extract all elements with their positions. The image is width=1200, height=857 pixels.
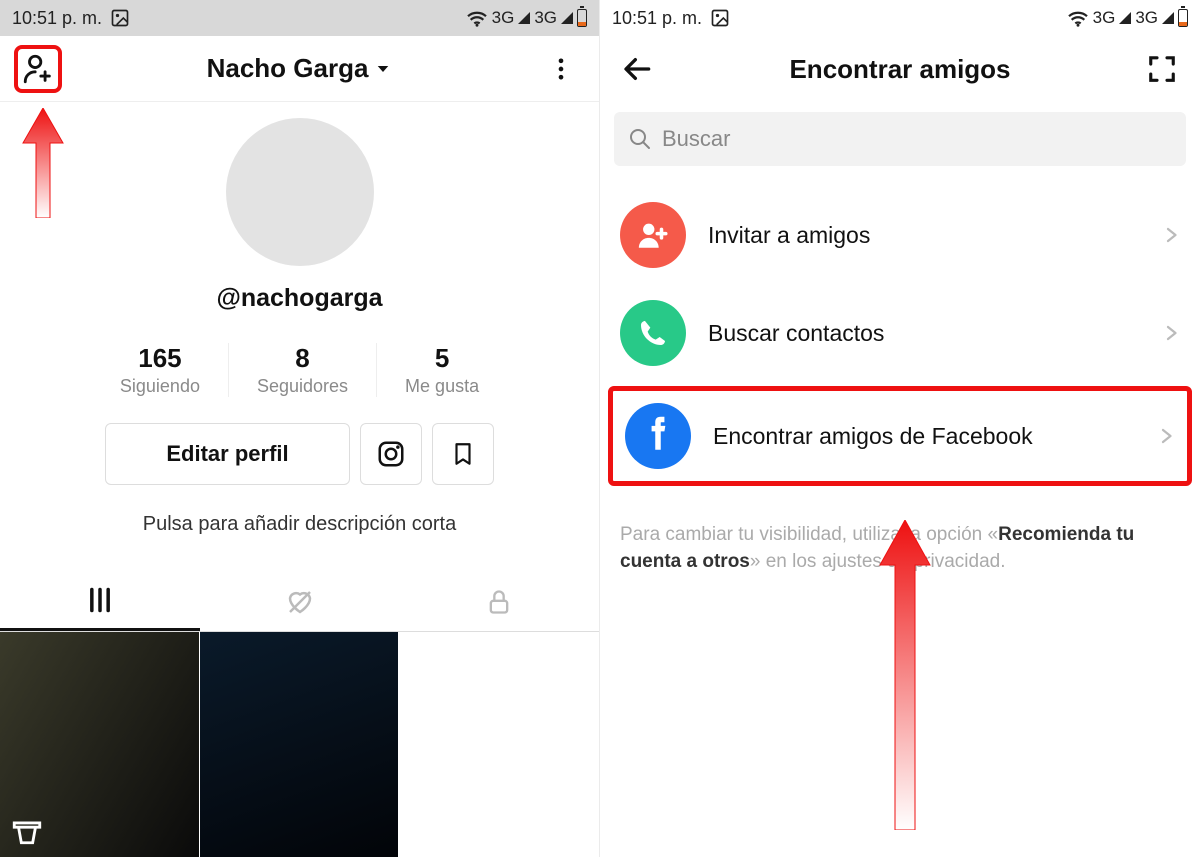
bookmark-icon <box>450 439 476 469</box>
profile-header: Nacho Garga <box>0 36 599 102</box>
chevron-down-icon <box>374 60 392 78</box>
find-friends-screen: 10:51 p. m. 3G 3G Encontrar amigos Busca <box>600 0 1200 857</box>
page-title: Encontrar amigos <box>789 54 1010 85</box>
chevron-right-icon <box>1162 319 1180 347</box>
instagram-icon <box>376 439 406 469</box>
facebook-friends-row[interactable]: Encontrar amigos de Facebook <box>608 386 1192 486</box>
image-icon <box>710 8 730 28</box>
privacy-hint: Para cambiar tu visibilidad, utiliza la … <box>600 500 1200 575</box>
facebook-label: Encontrar amigos de Facebook <box>713 423 1135 450</box>
facebook-icon-circle <box>625 403 691 469</box>
add-friends-button[interactable] <box>14 45 62 93</box>
page-title-label: Encontrar amigos <box>789 54 1010 85</box>
back-button[interactable] <box>614 45 662 93</box>
profile-body: @nachogarga 165 Siguiendo 8 Seguidores 5… <box>0 102 599 546</box>
search-input[interactable]: Buscar <box>614 112 1186 166</box>
grid-icon <box>85 586 115 614</box>
hint-pre: Para cambiar tu visibilidad, utiliza la … <box>620 524 998 545</box>
following-label: Siguiendo <box>120 376 200 397</box>
signal-text-2: 3G <box>534 8 557 28</box>
followers-stat[interactable]: 8 Seguidores <box>228 343 376 397</box>
following-count: 165 <box>138 343 181 374</box>
invite-icon-circle <box>620 202 686 268</box>
options-list: Invitar a amigos Buscar contactos Encont… <box>600 176 1200 500</box>
person-add-icon <box>636 218 670 252</box>
chevron-right-icon <box>1162 221 1180 249</box>
tab-liked[interactable] <box>200 576 400 631</box>
signal-triangle-icon <box>518 12 530 24</box>
invite-label: Invitar a amigos <box>708 222 1140 249</box>
more-menu-button[interactable] <box>537 45 585 93</box>
bio-hint[interactable]: Pulsa para añadir descripción corta <box>143 513 457 536</box>
more-vertical-icon <box>547 55 575 83</box>
instagram-button[interactable] <box>360 423 422 485</box>
profile-tabs <box>0 576 599 632</box>
battery-icon <box>577 9 587 27</box>
signal-text-1: 3G <box>1093 8 1116 28</box>
hint-post: » en los ajustes de privacidad. <box>750 551 1006 572</box>
status-time: 10:51 p. m. <box>612 8 702 29</box>
invite-friends-row[interactable]: Invitar a amigos <box>600 186 1200 284</box>
video-thumb[interactable] <box>200 632 399 857</box>
signal-triangle-icon <box>561 12 573 24</box>
facebook-icon <box>643 414 673 458</box>
status-bar: 10:51 p. m. 3G 3G <box>600 0 1200 36</box>
followers-count: 8 <box>295 343 309 374</box>
battery-icon <box>1178 9 1188 27</box>
tab-private[interactable] <box>399 576 599 631</box>
search-placeholder: Buscar <box>662 126 730 152</box>
qr-scan-icon <box>1147 54 1177 84</box>
signal-triangle-icon <box>1162 12 1174 24</box>
status-bar: 10:51 p. m. 3G 3G <box>0 0 599 36</box>
profile-actions: Editar perfil <box>105 423 493 485</box>
find-friends-header: Encontrar amigos <box>600 36 1200 102</box>
profile-name-dropdown[interactable]: Nacho Garga <box>207 53 393 84</box>
likes-count: 5 <box>435 343 449 374</box>
signal-triangle-icon <box>1119 12 1131 24</box>
likes-stat[interactable]: 5 Me gusta <box>376 343 507 397</box>
chevron-right-icon <box>1157 422 1175 450</box>
contacts-label: Buscar contactos <box>708 320 1140 347</box>
video-thumb-empty <box>399 632 598 857</box>
avatar[interactable] <box>226 118 374 266</box>
image-icon <box>110 8 130 28</box>
video-grid <box>0 632 599 857</box>
bookmark-button[interactable] <box>432 423 494 485</box>
following-stat[interactable]: 165 Siguiendo <box>92 343 228 397</box>
add-person-icon <box>21 52 55 86</box>
wifi-icon <box>1067 9 1089 27</box>
tab-videos[interactable] <box>0 576 200 631</box>
status-time: 10:51 p. m. <box>12 8 102 29</box>
phone-icon <box>637 317 669 349</box>
signal-text-2: 3G <box>1135 8 1158 28</box>
heart-off-icon <box>283 587 317 617</box>
wifi-icon <box>466 9 488 27</box>
profile-screen: 10:51 p. m. 3G 3G Nacho Garga <box>0 0 600 857</box>
pin-icon <box>10 813 44 847</box>
followers-label: Seguidores <box>257 376 348 397</box>
likes-label: Me gusta <box>405 376 479 397</box>
find-contacts-row[interactable]: Buscar contactos <box>600 284 1200 382</box>
search-icon <box>628 127 652 151</box>
qr-scan-button[interactable] <box>1138 45 1186 93</box>
profile-name-label: Nacho Garga <box>207 53 369 84</box>
signal-text-1: 3G <box>492 8 515 28</box>
username-handle: @nachogarga <box>216 284 382 313</box>
edit-profile-button[interactable]: Editar perfil <box>105 423 349 485</box>
stats-row: 165 Siguiendo 8 Seguidores 5 Me gusta <box>0 343 599 397</box>
arrow-left-icon <box>622 53 654 85</box>
video-thumb[interactable] <box>0 632 199 857</box>
lock-icon <box>485 587 513 617</box>
contacts-icon-circle <box>620 300 686 366</box>
